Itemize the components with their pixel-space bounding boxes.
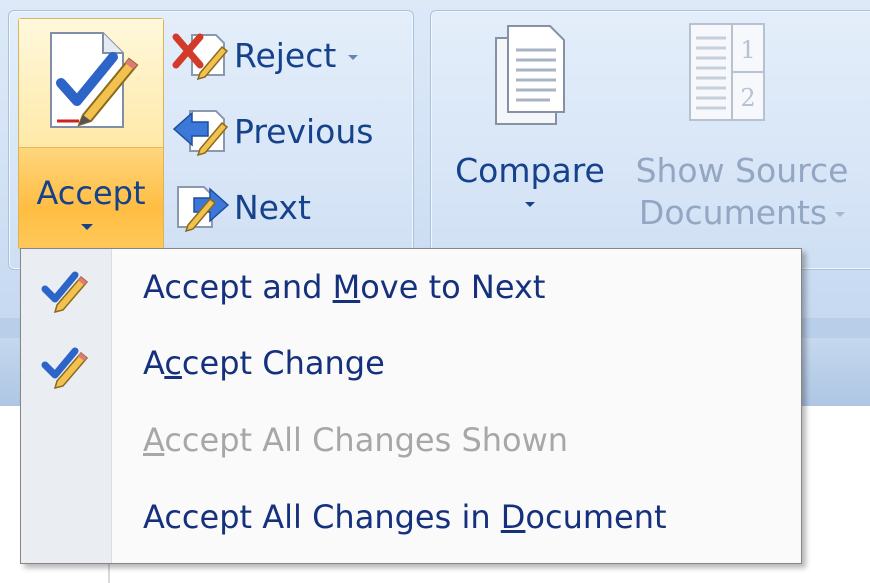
previous-label: Previous: [234, 111, 374, 151]
menu-item-accept-and-move-to-next[interactable]: Accept and Move to Next: [21, 253, 801, 329]
mnemonic-letter: M: [332, 268, 361, 306]
menu-item-accept-change[interactable]: Accept Change: [21, 329, 801, 405]
menu-item-accept-all-changes-shown[interactable]: Accept All Changes Shown: [21, 406, 801, 482]
accept-change-icon: [41, 271, 89, 313]
mnemonic-letter: D: [500, 498, 526, 536]
label-part: Accept All Changes in: [143, 498, 501, 536]
show-source-label-line2: Documents: [622, 192, 862, 234]
accept-dropdown-button[interactable]: Accept: [19, 148, 163, 249]
mnemonic-letter: c: [164, 344, 182, 382]
next-label: Next: [234, 187, 311, 227]
next-change-icon: [177, 186, 230, 233]
compare-button[interactable]: Compare: [448, 20, 612, 211]
previous-change-icon: [172, 110, 229, 157]
chevron-down-icon: [525, 202, 535, 207]
reject-button[interactable]: Reject: [172, 24, 359, 86]
accept-label: Accept: [36, 174, 146, 212]
reject-label: Reject: [234, 35, 337, 75]
chevron-down-icon: [81, 224, 93, 230]
label-part: cept Change: [181, 344, 385, 382]
chevron-down-icon: [835, 212, 846, 217]
menu-item-label: Accept Change: [143, 344, 385, 382]
accept-dropdown-menu: Accept and Move to Next Accept Change Ac…: [20, 248, 802, 564]
source-documents-icon: 1 2: [689, 23, 765, 121]
label-part: ove to Next: [360, 268, 546, 306]
label-part: ocument: [525, 498, 667, 536]
chevron-down-icon[interactable]: [348, 54, 359, 60]
menu-item-label: Accept and Move to Next: [143, 268, 545, 306]
reject-change-icon: [172, 33, 229, 81]
label-part: ccept All Changes Shown: [164, 421, 569, 459]
menu-item-label: Accept All Changes in Document: [143, 498, 667, 536]
accept-change-icon: [41, 347, 89, 389]
show-source-documents-button[interactable]: 1 2 Show Source Documents: [622, 20, 862, 234]
label-part: Accept and: [143, 268, 333, 306]
menu-item-label: Accept All Changes Shown: [143, 421, 568, 459]
show-source-label-line1: Show Source: [635, 151, 849, 190]
accept-split-button[interactable]: Accept: [18, 18, 164, 250]
compare-label: Compare: [455, 151, 605, 190]
svg-text:1: 1: [740, 36, 755, 64]
menu-item-accept-all-changes-in-document[interactable]: Accept All Changes in Document: [21, 483, 801, 559]
compare-documents-icon: [495, 25, 565, 125]
show-source-label-line2-text: Documents: [638, 193, 828, 232]
accept-button[interactable]: [19, 19, 163, 148]
svg-text:2: 2: [740, 84, 755, 112]
accept-change-icon: [50, 32, 139, 128]
previous-button[interactable]: Previous: [172, 100, 373, 162]
label-part: A: [143, 344, 165, 382]
mnemonic-letter: A: [143, 421, 165, 459]
next-button[interactable]: Next: [172, 176, 311, 238]
